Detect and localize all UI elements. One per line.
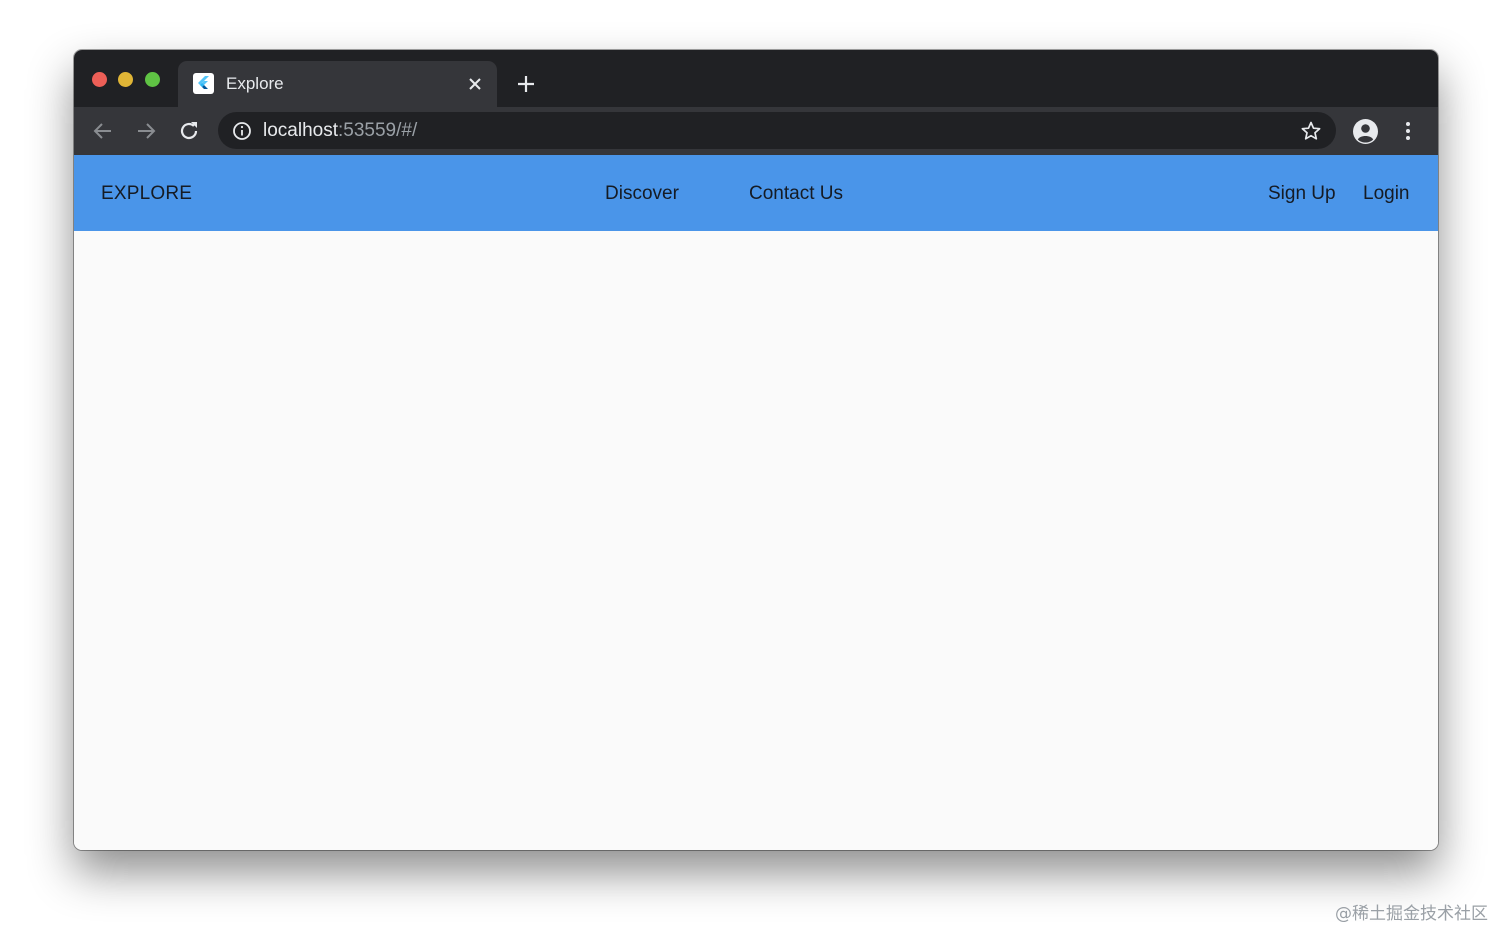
close-icon[interactable] bbox=[464, 73, 486, 95]
account-circle-icon[interactable] bbox=[1352, 118, 1379, 145]
app-brand: EXPLORE bbox=[101, 183, 193, 204]
minimize-window-button[interactable] bbox=[118, 72, 133, 87]
login-link[interactable]: Login bbox=[1363, 183, 1410, 205]
plus-icon[interactable] bbox=[514, 72, 538, 96]
tab-title: Explore bbox=[226, 74, 284, 93]
back-arrow-icon[interactable] bbox=[90, 118, 116, 144]
browser-toolbar: localhost:53559/#/ bbox=[74, 107, 1438, 155]
star-icon[interactable] bbox=[1300, 120, 1322, 142]
flutter-logo-icon bbox=[193, 73, 214, 94]
app-bar: EXPLORE Discover Contact Us Sign Up Logi… bbox=[74, 155, 1438, 231]
browser-tab[interactable]: Explore bbox=[178, 61, 497, 107]
reload-icon[interactable] bbox=[176, 118, 202, 144]
info-icon[interactable] bbox=[232, 121, 252, 141]
forward-arrow-icon[interactable] bbox=[133, 118, 159, 144]
tab-strip: Explore bbox=[74, 50, 1438, 107]
address-bar[interactable]: localhost:53559/#/ bbox=[218, 112, 1336, 149]
page-content bbox=[74, 231, 1438, 850]
browser-window: Explore localhost:53559/#/ EXPLORE Disco… bbox=[74, 50, 1438, 850]
url-text[interactable]: localhost:53559/#/ bbox=[263, 120, 417, 142]
url-path: :53559/#/ bbox=[338, 120, 418, 141]
sign-up-link[interactable]: Sign Up bbox=[1268, 183, 1336, 205]
url-host: localhost bbox=[263, 120, 338, 141]
maximize-window-button[interactable] bbox=[145, 72, 160, 87]
watermark: @稀土掘金技术社区 bbox=[1335, 904, 1488, 924]
more-vert-icon[interactable] bbox=[1396, 119, 1420, 143]
nav-discover-link[interactable]: Discover bbox=[605, 183, 679, 205]
nav-contact-link[interactable]: Contact Us bbox=[749, 183, 843, 205]
close-window-button[interactable] bbox=[92, 72, 107, 87]
